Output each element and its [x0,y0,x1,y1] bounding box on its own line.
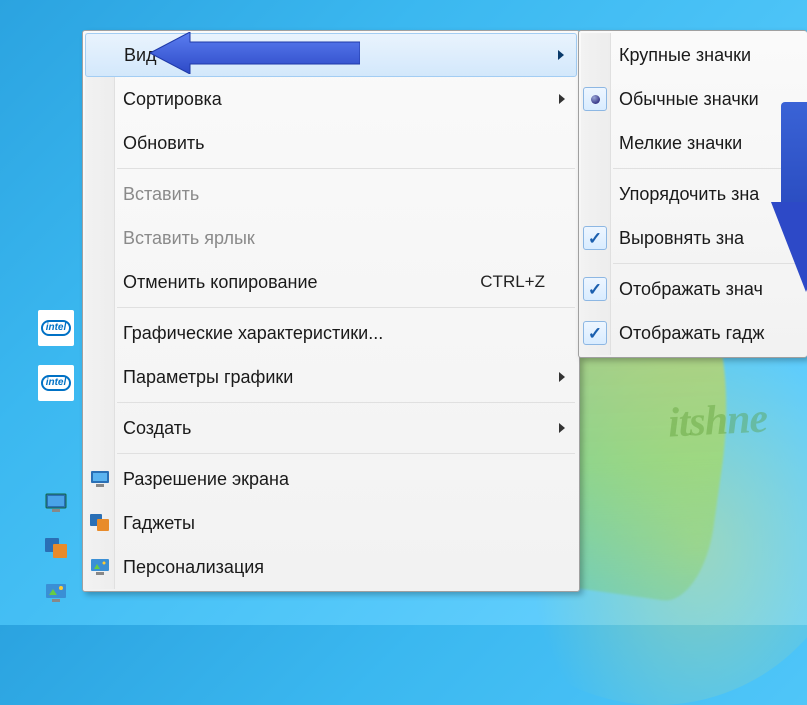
menu-label: Обновить [123,133,565,154]
menu-label: Отменить копирование [123,272,480,293]
menu-label: Вставить [123,184,565,205]
menu-shortcut: CTRL+Z [480,272,545,292]
menu-item-gadgets[interactable]: Гаджеты [85,501,577,545]
menu-separator [117,453,575,454]
check-indicator: ✓ [583,226,607,250]
menu-item-sort[interactable]: Сортировка [85,77,577,121]
checkmark-icon: ✓ [588,325,602,342]
submenu-arrow-icon [559,372,565,382]
watermark-text: itshne [667,394,768,447]
intel-logo-icon: intel [41,375,72,391]
check-indicator: ✓ [583,277,607,301]
gadgets-icon [89,512,111,534]
context-menu-main: Вид Сортировка Обновить Вставить Вставит… [82,30,580,592]
menu-item-view[interactable]: Вид [85,33,577,77]
radio-dot-icon [591,95,600,104]
check-indicator: ✓ [583,321,607,345]
menu-item-paste-shortcut: Вставить ярлык [85,216,577,260]
radio-indicator [583,87,607,111]
menu-label: Графические характеристики... [123,323,565,344]
menu-label: Создать [123,418,565,439]
monitor-icon [45,493,67,513]
desktop-icon-intel-2[interactable]: intel [38,365,74,401]
desktop-icon-intel-1[interactable]: intel [38,310,74,346]
submenu-arrow-icon [559,423,565,433]
menu-separator [117,168,575,169]
personalization-icon [89,556,111,578]
desktop-icon-4[interactable] [38,530,74,566]
menu-label: Вставить ярлык [123,228,565,249]
submenu-arrow-icon [558,50,564,60]
menu-separator [117,307,575,308]
menu-item-paste: Вставить [85,172,577,216]
menu-item-refresh[interactable]: Обновить [85,121,577,165]
menu-label: Персонализация [123,557,565,578]
intel-logo-icon: intel [41,320,72,336]
gadget-icon [45,538,67,558]
menu-item-graphics-props[interactable]: Графические характеристики... [85,311,577,355]
personalize-icon [45,583,67,603]
menu-label: Гаджеты [123,513,565,534]
menu-label: Сортировка [123,89,565,110]
menu-label: Вид [124,45,564,66]
menu-separator [117,402,575,403]
display-resolution-icon [89,468,111,490]
checkmark-icon: ✓ [588,281,602,298]
submenu-arrow-icon [559,94,565,104]
submenu-item-large-icons[interactable]: Крупные значки [581,33,805,77]
desktop-icon-3[interactable] [38,485,74,521]
menu-label: Разрешение экрана [123,469,565,490]
annotation-arrow-right [751,102,807,322]
menu-item-new[interactable]: Создать [85,406,577,450]
menu-item-undo-copy[interactable]: Отменить копирование CTRL+Z [85,260,577,304]
menu-label: Отображать гадж [619,323,793,344]
menu-item-personalization[interactable]: Персонализация [85,545,577,589]
menu-label: Параметры графики [123,367,565,388]
menu-label: Крупные значки [619,45,793,66]
checkmark-icon: ✓ [588,230,602,247]
menu-item-resolution[interactable]: Разрешение экрана [85,457,577,501]
desktop-icon-5[interactable] [38,575,74,611]
menu-item-graphics-params[interactable]: Параметры графики [85,355,577,399]
